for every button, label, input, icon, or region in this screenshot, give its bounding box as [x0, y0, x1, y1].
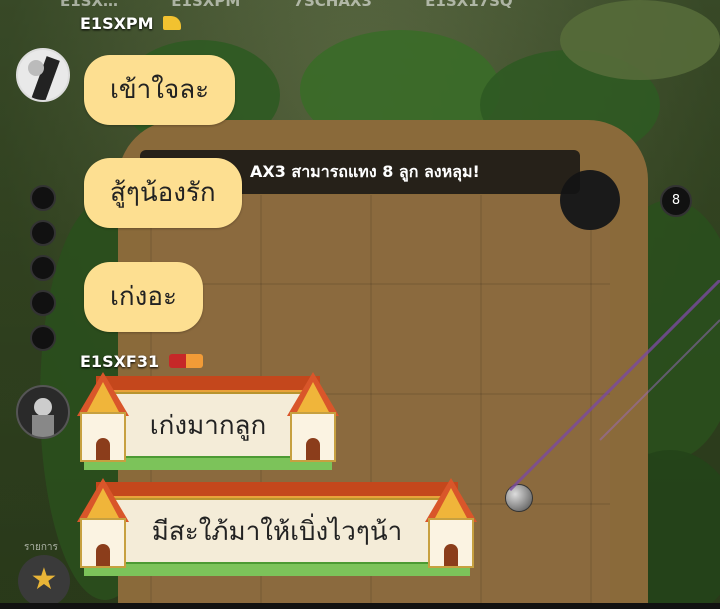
temple-chat-message: เก่งมากลูก: [74, 372, 342, 470]
truck-house-icon: [168, 354, 203, 368]
banner-text: AX3 สามารถแทง 8 ลูก ลงหลุม!: [250, 162, 480, 181]
chat-username[interactable]: E1SXF31: [80, 352, 203, 371]
feed-item: E1SX17SQ: [425, 0, 513, 10]
feed-item: E1SXPM: [171, 0, 241, 10]
chat-username[interactable]: E1SXPM: [80, 14, 182, 33]
bottom-bar: [0, 603, 720, 609]
temple-chat-message: มีสะใภ้มาให้เบิ่งไวๆน้า: [74, 478, 480, 576]
rank-label: รายการ: [24, 542, 58, 553]
rail-marker: [30, 290, 56, 316]
chat-message: เข้าใจละ: [84, 55, 236, 125]
feed-item: 7SCHAX3: [293, 0, 372, 10]
rail-marker: [30, 325, 56, 351]
cheese-icon: [163, 16, 182, 30]
chat-message: สู้ๆน้องรัก: [84, 158, 242, 228]
chat-message-text: เก่งมากลูก: [149, 410, 267, 441]
avatar[interactable]: [16, 48, 70, 102]
chat-message-text: มีสะใภ้มาให้เบิ่งไวๆน้า: [151, 516, 403, 547]
rail-marker: [30, 220, 56, 246]
avatar[interactable]: [16, 385, 70, 439]
rail-marker: [30, 185, 56, 211]
star-icon[interactable]: ★: [18, 555, 70, 607]
rail-marker: [30, 255, 56, 281]
eight-ball-indicator: 8: [660, 185, 692, 217]
chat-message: เก่งอะ: [84, 262, 203, 332]
activity-feed: E1SX… E1SXPM 7SCHAX3 E1SX17SQ: [60, 0, 720, 10]
feed-item: E1SX…: [60, 0, 119, 10]
